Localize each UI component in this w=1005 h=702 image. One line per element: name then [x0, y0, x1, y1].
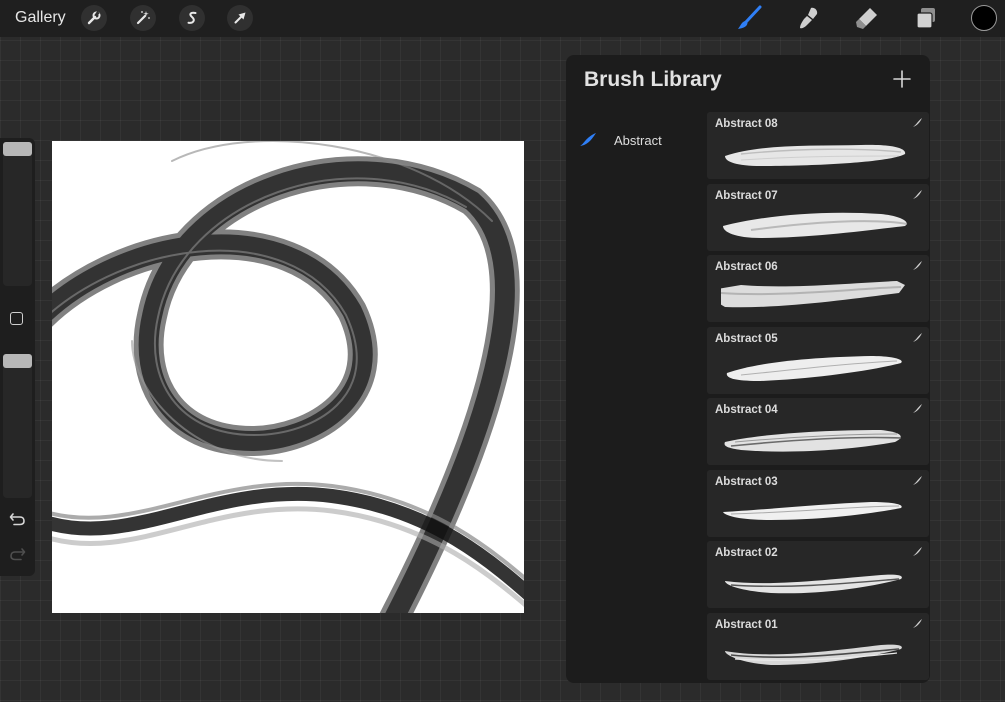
brush-name: Abstract 03 — [715, 476, 778, 488]
brush-edit-icon[interactable] — [912, 546, 923, 557]
brush-library-panel: Brush Library Abstract Abstract 08 Abstr… — [566, 55, 930, 683]
gallery-button[interactable]: Gallery — [15, 9, 66, 27]
brush-edit-icon[interactable] — [912, 475, 923, 486]
opacity-slider-thumb[interactable] — [3, 354, 32, 368]
brush-item-abstract-07[interactable]: Abstract 07 — [707, 184, 929, 251]
eraser-icon[interactable] — [853, 4, 881, 32]
top-toolbar: Gallery — [0, 0, 1005, 37]
brush-edit-icon[interactable] — [912, 403, 923, 414]
brush-edit-icon[interactable] — [912, 260, 923, 271]
brush-item-abstract-08[interactable]: Abstract 08 — [707, 112, 929, 179]
brush-stroke-preview — [726, 356, 902, 381]
brush-stroke-preview — [725, 144, 906, 166]
brush-item-abstract-03[interactable]: Abstract 03 — [707, 470, 929, 537]
drawing-canvas[interactable] — [52, 141, 524, 613]
brush-set-stroke-icon — [580, 133, 596, 146]
brush-size-slider[interactable] — [3, 142, 32, 286]
brush-item-abstract-05[interactable]: Abstract 05 — [707, 327, 929, 394]
opacity-slider[interactable] — [3, 354, 32, 498]
brush-name: Abstract 08 — [715, 118, 778, 130]
wrench-icon[interactable] — [81, 5, 107, 31]
brush-set-label: Abstract — [614, 132, 662, 148]
brush-item-abstract-04[interactable]: Abstract 04 — [707, 398, 929, 465]
brush-name: Abstract 06 — [715, 261, 778, 273]
brush-set-abstract[interactable]: Abstract — [578, 129, 703, 151]
undo-icon[interactable] — [8, 509, 27, 528]
redo-icon[interactable] — [8, 544, 27, 563]
brush-edit-icon[interactable] — [912, 117, 923, 128]
canvas-artwork — [52, 141, 524, 613]
brush-edit-icon[interactable] — [912, 618, 923, 629]
brush-item-abstract-02[interactable]: Abstract 02 — [707, 541, 929, 608]
brush-item-abstract-06[interactable]: Abstract 06 — [707, 255, 929, 322]
color-picker-swatch[interactable] — [971, 5, 997, 31]
transform-arrow-icon[interactable] — [227, 5, 253, 31]
brush-name: Abstract 04 — [715, 404, 778, 416]
brush-stroke-preview — [725, 644, 902, 665]
brush-stroke-preview — [725, 574, 902, 594]
brush-item-abstract-01[interactable]: Abstract 01 — [707, 613, 929, 680]
brush-name: Abstract 01 — [715, 619, 778, 631]
left-sidebar — [0, 138, 35, 576]
brush-stroke-preview — [724, 430, 902, 452]
brush-name: Abstract 07 — [715, 190, 778, 202]
panel-title: Brush Library — [584, 68, 722, 91]
brush-name: Abstract 02 — [715, 547, 778, 559]
magic-wand-icon[interactable] — [130, 5, 156, 31]
brush-edit-icon[interactable] — [912, 332, 923, 343]
brush-stroke-preview — [723, 502, 902, 520]
brush-size-slider-thumb[interactable] — [3, 142, 32, 156]
brush-icon[interactable] — [735, 4, 763, 32]
modify-square-icon[interactable] — [10, 312, 23, 325]
layers-icon[interactable] — [912, 4, 940, 32]
selection-icon[interactable] — [179, 5, 205, 31]
brush-stroke-preview — [721, 281, 905, 308]
plus-icon[interactable] — [892, 69, 912, 89]
smudge-icon[interactable] — [794, 4, 822, 32]
brush-name: Abstract 05 — [715, 333, 778, 345]
brush-stroke-preview — [723, 212, 908, 238]
brush-edit-icon[interactable] — [912, 189, 923, 200]
